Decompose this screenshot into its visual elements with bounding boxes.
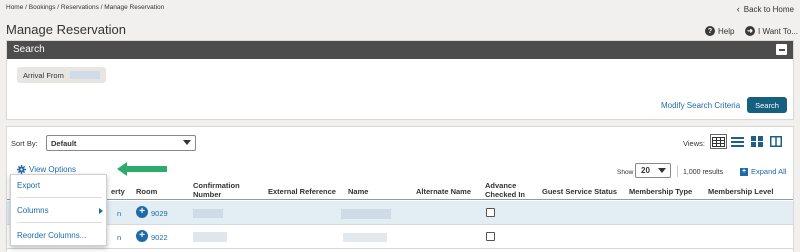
header-divider [7, 199, 793, 200]
room-number[interactable]: 9029 [151, 209, 168, 218]
sort-by-label: Sort By: [11, 139, 38, 148]
menu-divider [17, 222, 102, 223]
view-options-link[interactable]: View Options [17, 165, 76, 174]
table-row[interactable]: n + 9022 [7, 225, 793, 249]
chevron-down-icon [658, 168, 666, 173]
confirmation-number-cell [193, 209, 223, 218]
minus-icon[interactable] [776, 44, 787, 55]
i-want-to-icon: ➜ [745, 26, 755, 36]
column-header-membership-type[interactable]: Membership Type [629, 187, 692, 196]
column-header-external-reference[interactable]: External Reference [268, 187, 336, 196]
column-header-confirmation-line2: Number [193, 190, 222, 199]
help-button[interactable]: ? Help [705, 26, 734, 36]
arrival-from-value [69, 71, 100, 79]
column-header-alternate-name[interactable]: Alternate Name [416, 187, 471, 196]
column-header-property[interactable]: erty [111, 187, 125, 196]
expand-all-link[interactable]: + Expand All [740, 167, 786, 176]
arrival-from-label: Arrival From [23, 70, 64, 80]
room-number[interactable]: 9022 [151, 233, 168, 242]
i-want-to-button[interactable]: ➜ I Want To... [745, 26, 798, 36]
column-header-room[interactable]: Room [136, 187, 157, 196]
column-header-name[interactable]: Name [348, 187, 368, 196]
column-header-confirmation-line1: Confirmation [193, 181, 240, 190]
back-to-home-label: Back to Home [743, 4, 794, 14]
add-room-icon[interactable]: + [136, 206, 148, 218]
name-cell [343, 233, 387, 242]
results-count: 1,000 results [683, 169, 724, 176]
show-label: Show [617, 169, 634, 176]
search-panel-title: Search [13, 44, 45, 55]
help-icon: ? [705, 26, 715, 36]
search-button[interactable]: Search [747, 97, 787, 113]
page-size-select[interactable]: 20 [635, 163, 671, 178]
arrival-from-chip[interactable]: Arrival From [17, 67, 106, 83]
breadcrumb[interactable]: Home / Bookings / Reservations / Manage … [6, 4, 164, 11]
column-header-advance-line1: Advance [485, 181, 517, 190]
page-title: Manage Reservation [6, 22, 126, 37]
search-panel: Search Arrival From Modify Search Criter… [6, 40, 794, 120]
chevron-down-icon [183, 140, 191, 145]
gear-icon [17, 165, 26, 174]
expand-plus-icon: + [740, 167, 748, 176]
views-label: Views: [683, 139, 705, 148]
advance-checked-in-checkbox[interactable] [486, 232, 495, 241]
column-header-advance-line2: Checked In [485, 190, 526, 199]
expand-all-label: Expand All [751, 167, 787, 176]
column-header-confirmation-number[interactable]: Confirmation Number [193, 181, 240, 199]
chevron-left-icon: ‹ [736, 4, 740, 14]
page-size-value: 20 [641, 166, 650, 175]
i-want-to-label: I Want To... [758, 26, 799, 36]
table-row[interactable]: n + 9029 [7, 201, 793, 225]
view-options-menu: Export Columns Reorder Columns... [10, 174, 107, 246]
menu-item-columns-label: Columns [17, 206, 49, 215]
top-bar: Home / Bookings / Reservations / Manage … [0, 0, 800, 20]
arrow-left-icon [117, 162, 167, 176]
column-header-advance-checked-in[interactable]: Advance Checked In [485, 181, 525, 199]
add-room-icon[interactable]: + [136, 230, 148, 242]
results-panel: Sort By: Default Views: View Options Sho… [6, 126, 794, 252]
divider [677, 165, 678, 177]
name-cell [341, 209, 391, 219]
tile-view-icon[interactable] [748, 134, 765, 149]
view-options-label: View Options [29, 165, 76, 174]
list-view-icon[interactable] [729, 134, 746, 149]
property-cell: n [117, 209, 122, 218]
column-header-guest-service-status[interactable]: Guest Service Status [542, 187, 617, 196]
help-label: Help [718, 26, 735, 36]
modify-search-criteria-link[interactable]: Modify Search Criteria [661, 101, 740, 110]
table-view-icon[interactable] [710, 134, 727, 149]
property-cell: n [117, 233, 122, 242]
sort-by-select[interactable]: Default [46, 135, 196, 151]
back-to-home-link[interactable]: ‹ Back to Home [737, 4, 794, 14]
column-header-membership-level[interactable]: Membership Level [708, 187, 773, 196]
menu-item-export[interactable]: Export [11, 178, 108, 196]
advance-checked-in-checkbox[interactable] [486, 208, 495, 217]
menu-item-reorder-columns[interactable]: Reorder Columns... [11, 228, 108, 246]
chevron-right-icon [99, 208, 103, 214]
split-view-icon[interactable] [767, 134, 784, 149]
menu-item-columns[interactable]: Columns [11, 203, 108, 221]
menu-divider [17, 197, 102, 198]
confirmation-number-cell [193, 232, 227, 242]
search-panel-header: Search [7, 41, 793, 59]
sort-by-value: Default [51, 139, 77, 148]
